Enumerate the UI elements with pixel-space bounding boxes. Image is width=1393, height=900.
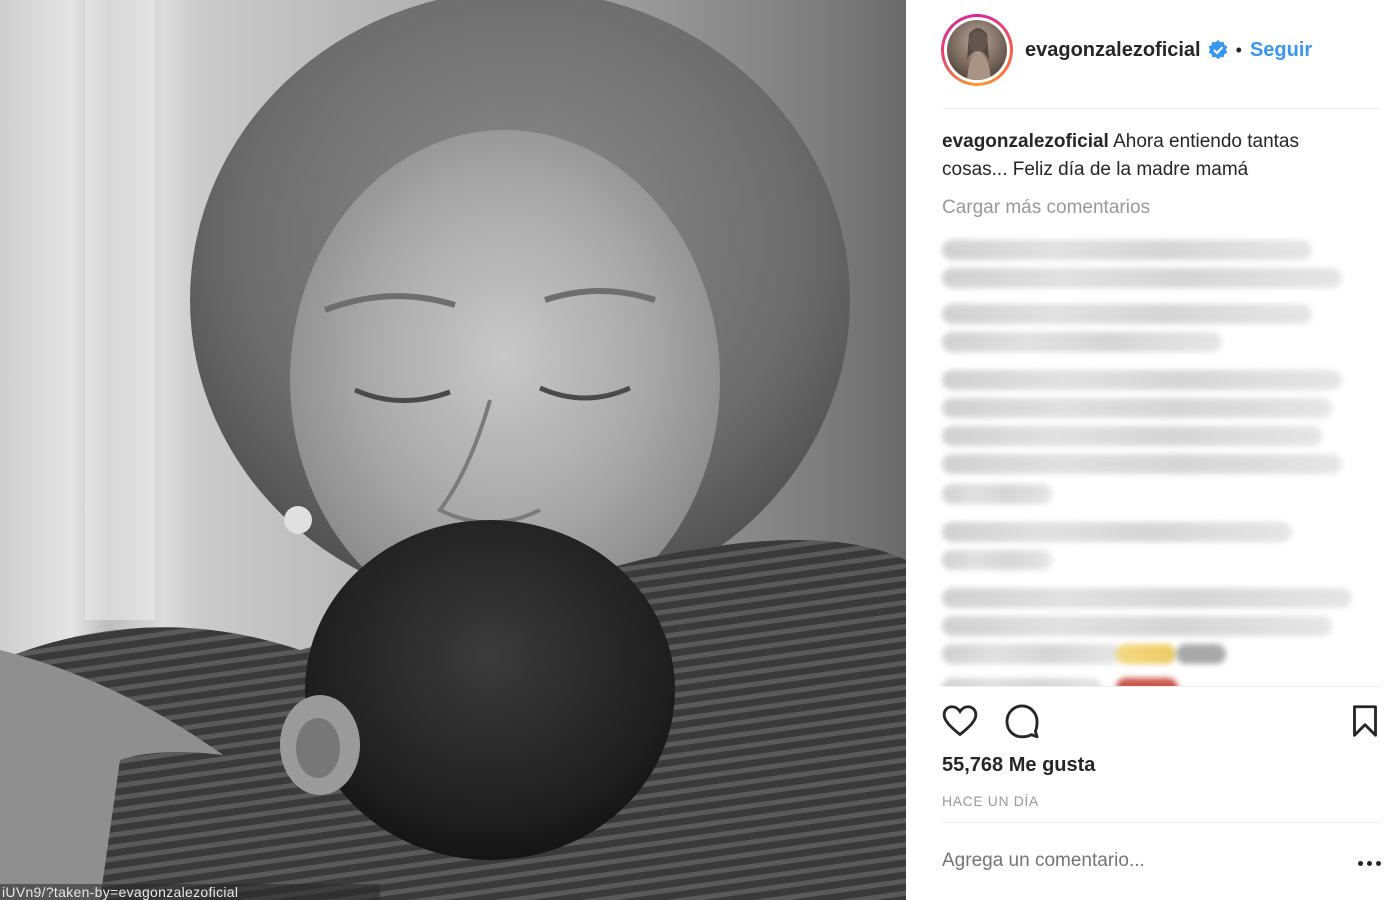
add-comment-input[interactable]: [942, 850, 1342, 872]
follow-button[interactable]: Seguir: [1250, 39, 1312, 62]
blurred-emoji: [1176, 644, 1226, 664]
blurred-comment-line: [942, 484, 1052, 504]
blurred-comment-line: [942, 332, 1222, 352]
blurred-comment-line: [942, 304, 1312, 324]
avatar-frame: [944, 17, 1010, 83]
blurred-comment-line: [942, 522, 1292, 542]
post-caption: evagonzalezoficial Ahora entiendo tantas…: [942, 128, 1367, 184]
blurred-comment-line: [942, 588, 1352, 608]
footer-divider: [941, 822, 1381, 823]
blurred-comment-line: [942, 644, 1122, 664]
header-separator: •: [1235, 39, 1242, 60]
blurred-comment-line: [942, 268, 1342, 288]
avatar-story-ring[interactable]: [941, 14, 1013, 86]
blurred-comment-line: [942, 240, 1312, 260]
comments-divider: [941, 686, 1381, 687]
comment-bubble-icon[interactable]: [1003, 702, 1041, 740]
likes-count[interactable]: 55,768 Me gusta: [942, 754, 1095, 777]
post-timestamp[interactable]: HACE UN DÍA: [942, 793, 1039, 809]
verified-badge-icon: [1208, 40, 1227, 60]
blurred-comment-line: [942, 370, 1342, 390]
avatar[interactable]: [947, 20, 1007, 80]
post-header: evagonzalezoficial • Seguir: [941, 14, 1381, 86]
header-username[interactable]: evagonzalezoficial: [1025, 39, 1201, 62]
comments-list-blurred: [936, 232, 1366, 687]
post-actions: [941, 700, 1381, 744]
header-divider: [941, 108, 1381, 109]
post-photo[interactable]: iUVn9/?taken-by=evagonzalezoficial: [0, 0, 906, 900]
blurred-comment-line: [942, 550, 1052, 570]
blurred-emoji: [1116, 644, 1176, 664]
blurred-comment-line: [942, 426, 1322, 446]
photo-illustration: [0, 0, 906, 900]
photo-watermark: iUVn9/?taken-by=evagonzalezoficial: [0, 884, 380, 900]
avatar-image: [967, 28, 991, 80]
blurred-comment-line: [942, 616, 1332, 636]
more-options-icon[interactable]: [1358, 856, 1384, 870]
post-details-panel: evagonzalezoficial • Seguir evagonzalezo…: [906, 0, 1393, 900]
blurred-comment-line: [942, 454, 1342, 474]
caption-username[interactable]: evagonzalezoficial: [942, 131, 1109, 152]
heart-icon[interactable]: [941, 702, 979, 740]
bookmark-icon[interactable]: [1347, 702, 1383, 740]
blurred-comment-line: [942, 398, 1332, 418]
load-more-comments-button[interactable]: Cargar más comentarios: [942, 197, 1150, 219]
